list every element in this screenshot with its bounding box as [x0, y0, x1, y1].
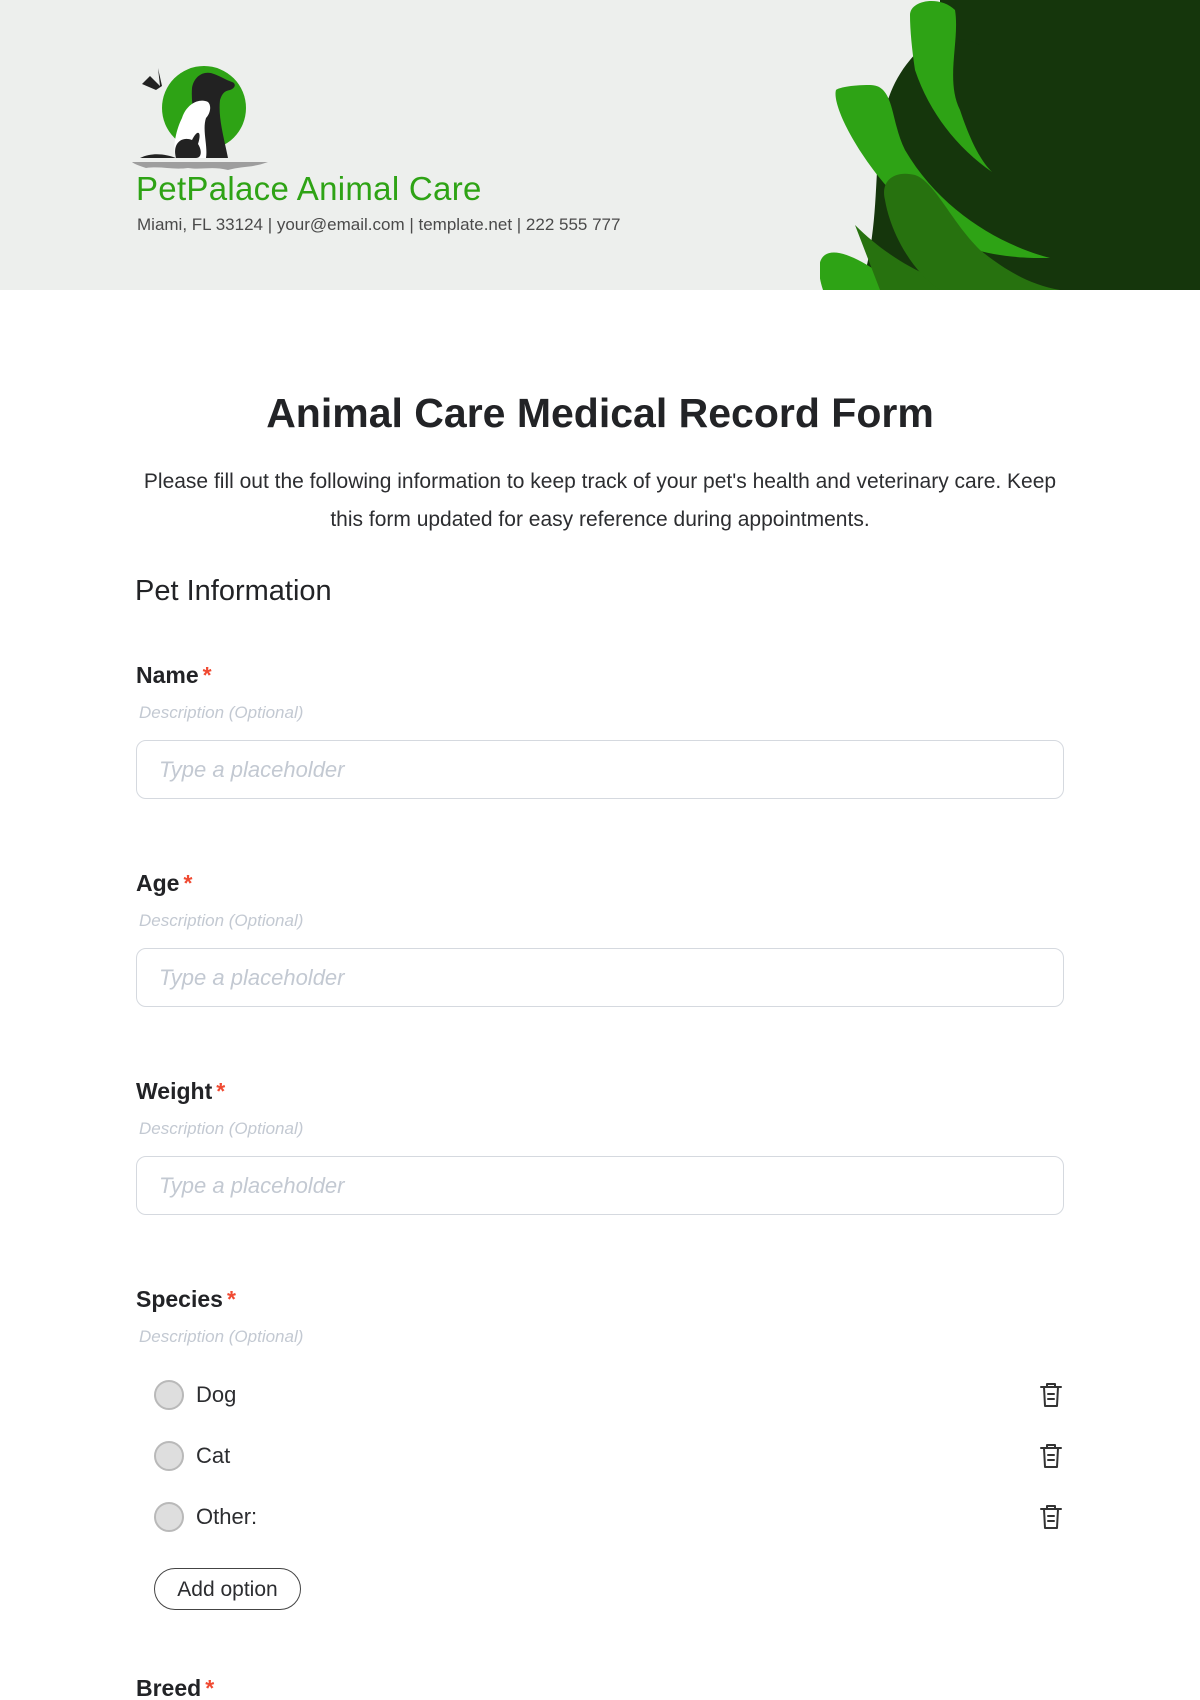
field-label: Age * — [136, 870, 193, 896]
required-marker: * — [226, 1286, 236, 1312]
decorative-leaf-art — [820, 0, 1200, 290]
required-marker: * — [216, 1078, 226, 1104]
required-marker: * — [205, 1675, 215, 1700]
trash-icon[interactable] — [1038, 1381, 1064, 1409]
required-marker: * — [183, 870, 193, 896]
option-label: Other: — [196, 1504, 258, 1529]
field-label: Weight * — [136, 1078, 226, 1104]
field-description: Description (Optional) — [139, 1119, 304, 1138]
radio-button[interactable] — [154, 1502, 184, 1532]
required-marker: * — [202, 662, 212, 688]
field-description: Description (Optional) — [139, 1327, 304, 1346]
field-breed: Breed * — [136, 1673, 1064, 1700]
option-dog[interactable]: Dog — [154, 1379, 1064, 1411]
field-label: Name * — [136, 662, 212, 688]
form-intro: Please fill out the following informatio… — [143, 470, 1057, 531]
field-species: Species * Description (Optional) — [136, 1284, 1064, 1348]
section-title: Pet Information — [135, 575, 332, 607]
field-label: Breed * — [136, 1675, 215, 1700]
brand-contact: Miami, FL 33124 | your@email.com | templ… — [137, 215, 621, 234]
option-cat[interactable]: Cat — [154, 1440, 1064, 1472]
age-input[interactable]: Type a placeholder — [136, 948, 1064, 1007]
add-option-button[interactable]: Add option — [154, 1568, 301, 1610]
field-label: Species * — [136, 1286, 236, 1312]
form-title: Animal Care Medical Record Form — [266, 390, 934, 436]
field-name: Name * Description (Optional) Type a plac… — [136, 660, 1064, 799]
weight-input[interactable]: Type a placeholder — [136, 1156, 1064, 1215]
option-other[interactable]: Other: — [154, 1501, 1064, 1533]
trash-icon[interactable] — [1038, 1442, 1064, 1470]
option-label: Dog — [196, 1382, 237, 1407]
brand-name: PetPalace Animal Care — [136, 170, 482, 207]
name-input[interactable]: Type a placeholder — [136, 740, 1064, 799]
radio-button[interactable] — [154, 1441, 184, 1471]
radio-button[interactable] — [154, 1380, 184, 1410]
field-age: Age * Description (Optional) Type a place… — [136, 868, 1064, 1007]
page-header: PetPalace Animal Care Miami, FL 33124 | … — [0, 0, 1200, 290]
option-label: Cat — [196, 1443, 231, 1468]
pet-silhouettes-logo — [132, 66, 268, 170]
field-description: Description (Optional) — [139, 911, 304, 930]
field-description: Description (Optional) — [139, 703, 304, 722]
field-weight: Weight * Description (Optional) Type a pl… — [136, 1076, 1064, 1215]
trash-icon[interactable] — [1038, 1503, 1064, 1531]
